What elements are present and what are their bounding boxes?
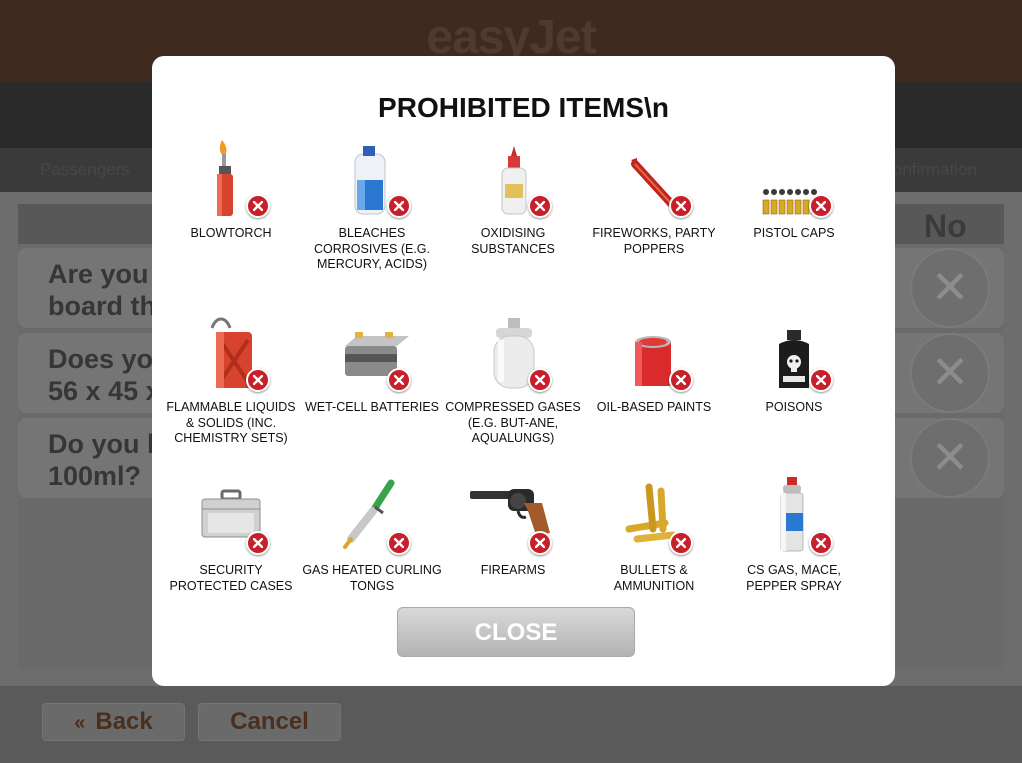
- prohibited-badge-icon: [246, 368, 270, 392]
- prohibited-badge-icon: [669, 531, 693, 555]
- prohibited-item: OXIDISING SUBSTANCES: [443, 136, 583, 257]
- prohibited-badge-icon: [809, 531, 833, 555]
- prohibited-badge-icon: [669, 368, 693, 392]
- back-arrow-icon: «: [74, 712, 86, 734]
- close-button[interactable]: CLOSE: [397, 607, 635, 657]
- question-text: Does yo 56 x 45 x: [48, 343, 161, 407]
- cancel-button[interactable]: Cancel: [198, 703, 341, 741]
- prohibited-item: GAS HEATED CURLING TONGS: [302, 473, 442, 594]
- battery-icon: [327, 310, 417, 392]
- pistol-caps-icon: [749, 136, 839, 218]
- prohibited-item: POISONS: [724, 310, 864, 416]
- prohibited-item: COMPRESSED GASES (E.G. BUT-ANE, AQUALUNG…: [443, 310, 583, 447]
- jerrycan-icon: [186, 310, 276, 392]
- prohibited-item: PISTOL CAPS: [724, 136, 864, 242]
- item-label: PISTOL CAPS: [753, 226, 835, 240]
- question-line: 56 x 45 x: [48, 376, 161, 406]
- prohibited-badge-icon: [246, 531, 270, 555]
- no-answer-button[interactable]: ✕: [910, 418, 990, 498]
- prohibited-item: FLAMMABLE LIQUIDS & SOLIDS (INC. CHEMIST…: [161, 310, 301, 447]
- progress-step-confirmation: Confirmation: [880, 160, 977, 179]
- security-case-icon: [186, 473, 276, 555]
- item-label: COMPRESSED GASES (E.G. BUT-ANE, AQUALUNG…: [445, 400, 581, 445]
- prohibited-item: BLOWTORCH: [161, 136, 301, 242]
- prohibited-badge-icon: [809, 194, 833, 218]
- bleach-icon: [327, 136, 417, 218]
- item-label: FLAMMABLE LIQUIDS & SOLIDS (INC. CHEMIST…: [166, 400, 296, 445]
- prohibited-item: OIL-BASED PAINTS: [584, 310, 724, 416]
- question-text: Are you board th: [48, 258, 156, 322]
- prohibited-badge-icon: [246, 194, 270, 218]
- no-answer-button[interactable]: ✕: [910, 248, 990, 328]
- item-label: CS GAS, MACE, PEPPER SPRAY: [746, 563, 842, 593]
- question-line: Are you: [48, 259, 149, 289]
- prohibited-item: WET-CELL BATTERIES: [302, 310, 442, 416]
- prohibited-badge-icon: [809, 368, 833, 392]
- prohibited-item: BLEACHES CORROSIVES (E.G. MERCURY, ACIDS…: [302, 136, 442, 273]
- prohibited-badge-icon: [528, 194, 552, 218]
- prohibited-item: BULLETS & AMMUNITION: [584, 473, 724, 594]
- prohibited-items-modal: PROHIBITED ITEMS\n BLOWTORCH BLEACHES CO…: [152, 56, 895, 686]
- item-label: BLEACHES CORROSIVES (E.G. MERCURY, ACIDS…: [314, 226, 430, 271]
- item-label: POISONS: [765, 400, 823, 414]
- poison-bottle-icon: [749, 310, 839, 392]
- prohibited-badge-icon: [528, 531, 552, 555]
- prohibited-item: FIREWORKS, PARTY POPPERS: [584, 136, 724, 257]
- item-label: BULLETS & AMMUNITION: [613, 563, 695, 593]
- glue-bottle-icon: [468, 136, 558, 218]
- item-label: FIREARMS: [480, 563, 546, 577]
- question-line: Do you h: [48, 429, 164, 459]
- item-label: GAS HEATED CURLING TONGS: [302, 563, 442, 593]
- prohibited-badge-icon: [528, 368, 552, 392]
- prohibited-badge-icon: [387, 368, 411, 392]
- item-label: WET-CELL BATTERIES: [304, 400, 440, 414]
- back-label: Back: [95, 708, 153, 735]
- revolver-icon: [468, 473, 558, 555]
- question-line: board th: [48, 291, 156, 321]
- no-answer-button[interactable]: ✕: [910, 333, 990, 413]
- blowtorch-icon: [186, 136, 276, 218]
- item-label: OIL-BASED PAINTS: [596, 400, 712, 414]
- modal-title: PROHIBITED ITEMS\n: [378, 92, 669, 123]
- prohibited-item: SECURITY PROTECTED CASES: [161, 473, 301, 594]
- column-no-heading: No: [924, 208, 967, 244]
- question-line: Does yo: [48, 344, 154, 374]
- prohibited-badge-icon: [387, 194, 411, 218]
- question-text: Do you h 100ml?: [48, 428, 164, 492]
- firework-icon: [609, 136, 699, 218]
- prohibited-badge-icon: [387, 531, 411, 555]
- item-label: FIREWORKS, PARTY POPPERS: [592, 226, 716, 256]
- spray-can-icon: [749, 473, 839, 555]
- item-label: OXIDISING SUBSTANCES: [471, 226, 555, 256]
- curling-tongs-icon: [327, 473, 417, 555]
- question-line: 100ml?: [48, 461, 142, 491]
- prohibited-item: CS GAS, MACE, PEPPER SPRAY: [724, 473, 864, 594]
- prohibited-badge-icon: [669, 194, 693, 218]
- item-label: BLOWTORCH: [190, 226, 272, 240]
- prohibited-item: FIREARMS: [443, 473, 583, 579]
- progress-step-passengers: Passengers: [40, 160, 130, 179]
- bullets-icon: [609, 473, 699, 555]
- gas-cylinder-icon: [468, 310, 558, 392]
- back-button[interactable]: « Back: [42, 703, 185, 741]
- item-label: SECURITY PROTECTED CASES: [169, 563, 293, 593]
- paint-can-icon: [609, 310, 699, 392]
